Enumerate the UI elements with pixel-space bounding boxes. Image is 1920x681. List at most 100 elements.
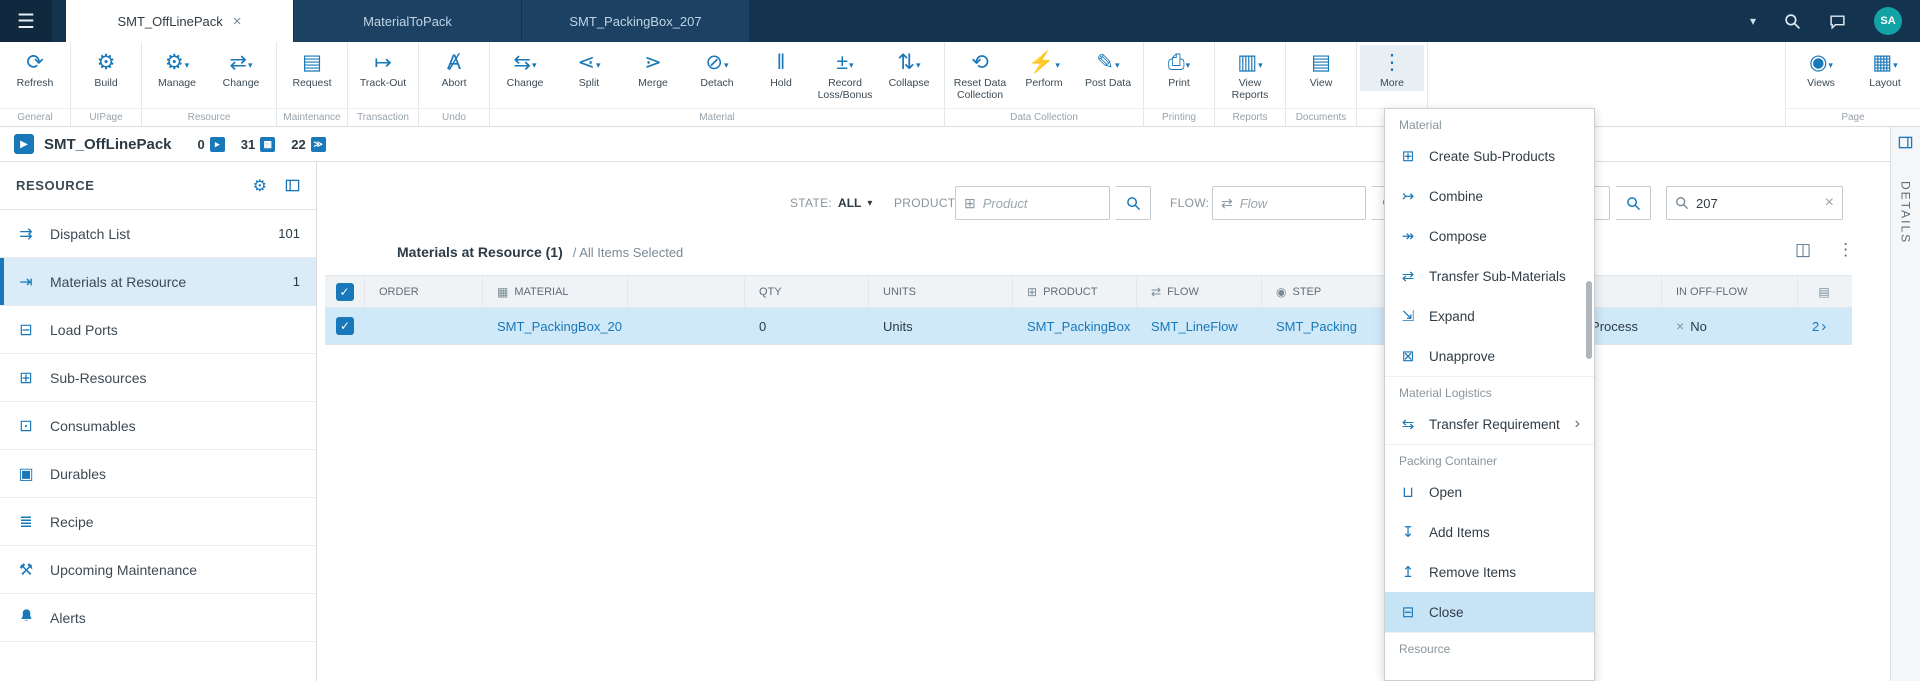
print-button[interactable]: ⎙ ▾ Print	[1147, 45, 1211, 91]
perform-button[interactable]: ⚡ ▾ Perform	[1012, 45, 1076, 91]
sidebar-item-consumables[interactable]: ⊡ Consumables	[0, 402, 316, 450]
row-checkbox[interactable]: ✓	[336, 317, 354, 335]
cell-product[interactable]: SMT_PackingBox	[1013, 308, 1137, 344]
button-label: Manage	[158, 77, 196, 89]
table-row[interactable]: ✓ SMT_PackingBox_20 0 Units SMT_PackingB…	[325, 308, 1852, 345]
column-qty[interactable]: QTY	[745, 276, 869, 307]
button-label: Record Loss/Bonus	[817, 77, 873, 102]
menu-item-remove-items[interactable]: ↥ Remove Items	[1385, 552, 1594, 592]
gear-icon[interactable]: ⚙	[253, 176, 267, 196]
menu-item-create-sub-products[interactable]: ⊞ Create Sub-Products	[1385, 136, 1594, 176]
column-in-off-flow[interactable]: IN OFF-FLOW	[1662, 276, 1798, 307]
request-button[interactable]: ▤ Request	[280, 45, 344, 91]
menu-item-label: Combine	[1429, 188, 1484, 204]
state-filter[interactable]: STATE: ALL ▾	[790, 186, 872, 220]
button-label: Change	[222, 77, 260, 89]
build-button[interactable]: ⚙ Build	[74, 45, 138, 91]
menu-item-transfer-requirement[interactable]: ⇆ Transfer Requirement ›	[1385, 404, 1594, 444]
resource-sidebar: RESOURCE ⚙ ⇉ Dispatch List 101 ⇥ Materia…	[0, 162, 317, 681]
reset-data-collection-button[interactable]: ⟲ Reset Data Collection	[948, 45, 1012, 103]
flow-icon: ⇄	[1151, 284, 1162, 299]
toolbar-group-label: General	[0, 108, 70, 126]
details-panel-label: DETAILS	[1898, 181, 1913, 245]
chevron-down-icon[interactable]: ▾	[1750, 14, 1756, 28]
sidebar-item-label: Consumables	[50, 417, 136, 434]
change-resource-button[interactable]: ⇄ ▾ Change	[209, 45, 273, 91]
change-icon: ⇄	[229, 51, 248, 74]
sidebar-item-materials-at-resource[interactable]: ⇥ Materials at Resource 1	[0, 258, 316, 306]
quick-search-input[interactable]	[1696, 195, 1818, 211]
view-documents-button[interactable]: ▤ View	[1289, 45, 1353, 91]
list-title: Materials at Resource (1)	[397, 244, 563, 260]
kebab-menu-icon[interactable]: ⋮	[1837, 240, 1854, 260]
menu-item-close[interactable]: ⊟ Close	[1385, 592, 1594, 632]
sidebar-item-load-ports[interactable]: ⊟ Load Ports	[0, 306, 316, 354]
close-tab-icon[interactable]: ×	[233, 14, 242, 29]
search-icon[interactable]	[1784, 13, 1801, 30]
detach-button[interactable]: ⊘ ▾ Detach	[685, 45, 749, 91]
button-label: View Reports	[1231, 77, 1269, 102]
record-loss-bonus-button[interactable]: ± ▾ Record Loss/Bonus	[813, 45, 877, 103]
manage-button[interactable]: ⚙ ▾ Manage	[145, 45, 209, 91]
menu-scrollbar[interactable]	[1586, 281, 1592, 359]
columns-icon[interactable]: ◫	[1795, 240, 1811, 260]
sidebar-item-sub-resources[interactable]: ⊞ Sub-Resources	[0, 354, 316, 402]
menu-item-transfer-sub-materials[interactable]: ⇄ Transfer Sub-Materials	[1385, 256, 1594, 296]
menu-item-compose[interactable]: ↠ Compose	[1385, 216, 1594, 256]
refresh-button[interactable]: ⟳ Refresh	[3, 45, 67, 91]
tab-label: MaterialToPack	[363, 13, 452, 29]
column-units[interactable]: UNITS	[869, 276, 1013, 307]
sidebar-item-dispatch-list[interactable]: ⇉ Dispatch List 101	[0, 210, 316, 258]
tab-smt-offlinepack[interactable]: SMT_OffLinePack ×	[66, 0, 294, 42]
clear-icon[interactable]: ×	[1825, 194, 1834, 212]
cell-flow[interactable]: SMT_LineFlow	[1137, 308, 1262, 344]
views-button[interactable]: ◉ ▾ Views	[1789, 45, 1853, 91]
step-search-button[interactable]	[1616, 186, 1651, 220]
menu-item-combine[interactable]: ↣ Combine	[1385, 176, 1594, 216]
flow-filter-input[interactable]	[1239, 195, 1357, 211]
menu-item-open[interactable]: ⊔ Open	[1385, 472, 1594, 512]
chevron-down-icon: ▾	[849, 60, 854, 70]
column-order[interactable]: ORDER	[365, 276, 483, 307]
collapse-button[interactable]: ⇅ ▾ Collapse	[877, 45, 941, 91]
collapse-panel-icon[interactable]	[285, 178, 300, 193]
select-all-checkbox[interactable]: ✓	[335, 282, 354, 301]
search-icon	[1675, 196, 1689, 210]
product-filter-input[interactable]	[982, 195, 1101, 211]
chat-icon[interactable]	[1829, 13, 1846, 30]
material-icon: ▦	[497, 284, 509, 299]
expand-panel-icon[interactable]	[1898, 135, 1913, 155]
chevron-down-icon: ▾	[1828, 60, 1833, 70]
menu-item-unapprove[interactable]: ⊠ Unapprove	[1385, 336, 1594, 376]
sidebar-item-alerts[interactable]: Alerts	[0, 594, 316, 642]
hold-icon: ‖	[776, 51, 786, 74]
chevron-down-icon: ▾	[724, 60, 729, 70]
more-button[interactable]: ⋮ More	[1360, 45, 1424, 92]
avatar[interactable]: SA	[1874, 7, 1902, 35]
tab-smt-packingbox-207[interactable]: SMT_PackingBox_207	[522, 0, 750, 42]
product-search-button[interactable]	[1116, 186, 1151, 220]
cell-material[interactable]: SMT_PackingBox_20	[483, 308, 628, 344]
details-panel-tab[interactable]: DETAILS	[1890, 127, 1920, 681]
layout-button[interactable]: ▦ ▾ Layout	[1853, 45, 1917, 91]
merge-button[interactable]: ⋗ Merge	[621, 45, 685, 91]
hold-button[interactable]: ‖ Hold	[749, 45, 813, 91]
post-data-button[interactable]: ✎ ▾ Post Data	[1076, 45, 1140, 91]
menu-item-expand[interactable]: ⇲ Expand	[1385, 296, 1594, 336]
sidebar-item-recipe[interactable]: ≣ Recipe	[0, 498, 316, 546]
change-material-button[interactable]: ⇆ ▾ Change	[493, 45, 557, 91]
column-product[interactable]: ⊞ PRODUCT	[1013, 276, 1137, 307]
track-out-button[interactable]: ↦ Track-Out	[351, 45, 415, 91]
menu-item-add-items[interactable]: ↧ Add Items	[1385, 512, 1594, 552]
column-flow[interactable]: ⇄ FLOW	[1137, 276, 1262, 307]
split-button[interactable]: ⋖ ▾ Split	[557, 45, 621, 91]
abort-button[interactable]: Ⱥ Abort	[422, 45, 486, 91]
sidebar-item-durables[interactable]: ▣ Durables	[0, 450, 316, 498]
tab-strip: SMT_OffLinePack × MaterialToPack SMT_Pac…	[66, 0, 750, 42]
cell-details-link[interactable]: 2 ›	[1798, 308, 1850, 344]
column-material[interactable]: ▦ MATERIAL	[483, 276, 628, 307]
tab-materialtopack[interactable]: MaterialToPack	[294, 0, 522, 42]
hamburger-menu-icon[interactable]: ☰	[0, 0, 52, 42]
view-reports-button[interactable]: ▥ ▾ View Reports	[1218, 45, 1282, 103]
sidebar-item-upcoming-maintenance[interactable]: ⚒ Upcoming Maintenance	[0, 546, 316, 594]
